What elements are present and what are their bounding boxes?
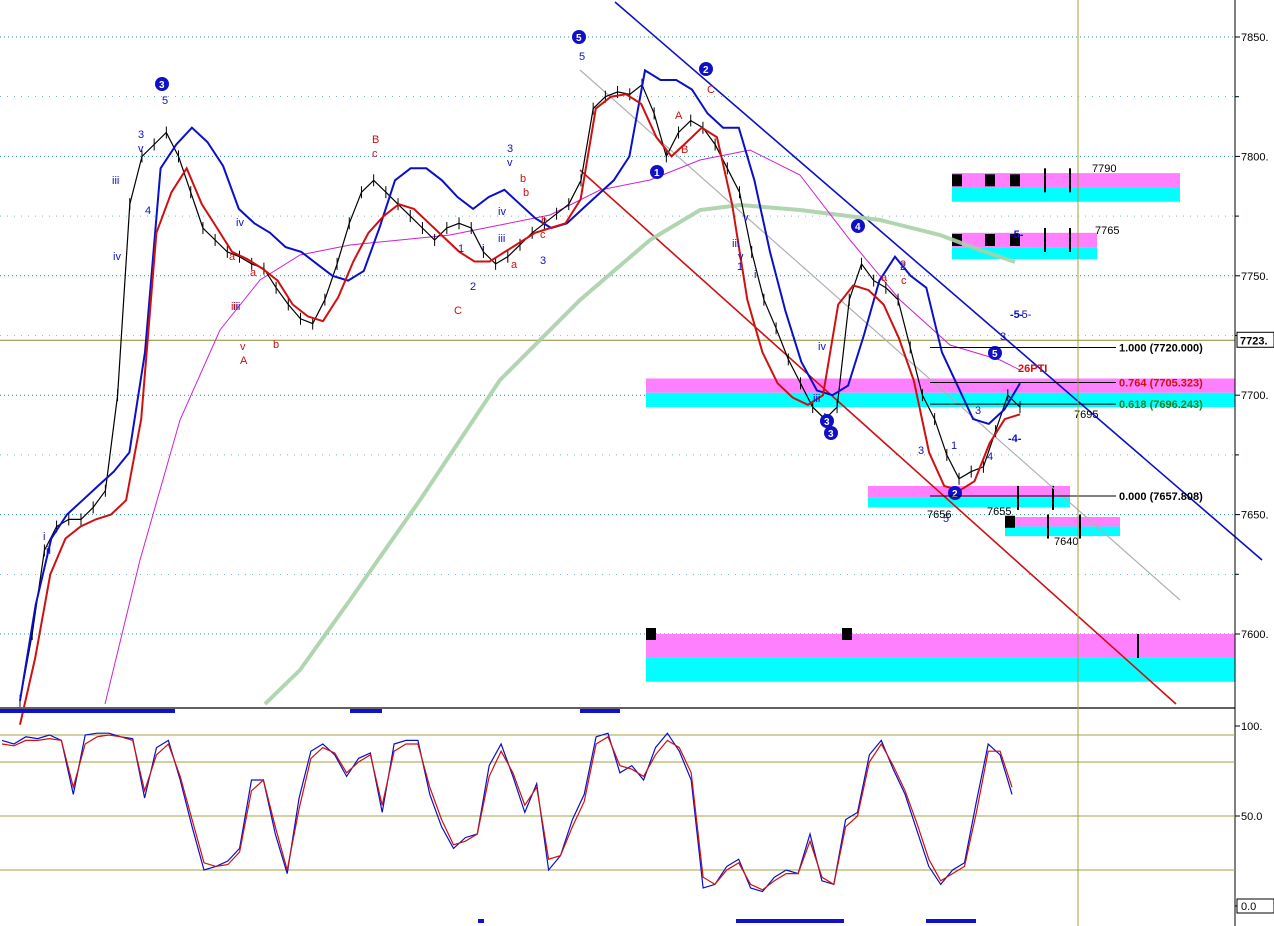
wave-label: v: [743, 212, 749, 224]
wave-label: iii: [112, 175, 119, 187]
zone-marker: [842, 628, 852, 640]
wave-label: iv: [236, 217, 244, 229]
wave-label: 1: [458, 243, 464, 255]
magenta-zone: [646, 634, 1235, 658]
signal-bar: [350, 709, 382, 713]
wave-label: v: [138, 143, 144, 155]
wave-label: c: [372, 148, 378, 160]
axis-tick-label: 7650.: [1241, 510, 1269, 522]
wave-label: 1: [654, 168, 660, 179]
wave-label: v: [240, 341, 246, 353]
magenta-zone: [1005, 516, 1120, 527]
annotation-label: -4-: [1008, 433, 1022, 445]
wave-label: iii: [732, 238, 739, 250]
projection-label: 7640: [1054, 536, 1078, 548]
wave-label: C: [454, 305, 462, 317]
signal-bar: [0, 709, 175, 713]
signal-bar: [580, 709, 620, 713]
wave-label: a: [229, 251, 236, 263]
current-price-label: 7723.: [1240, 335, 1268, 347]
wave-label: 4: [855, 222, 861, 233]
wave-label: b: [523, 187, 529, 199]
wave-label: a: [511, 259, 518, 271]
zone-marker: [646, 628, 656, 640]
wave-label: 3: [138, 129, 144, 141]
projection-label: 7765: [1095, 225, 1119, 237]
wave-label: 3: [918, 445, 924, 457]
axis-tick-label: 7600.: [1241, 629, 1269, 641]
wave-label: a: [250, 267, 257, 279]
wave-label: 2: [703, 65, 709, 76]
wave-label: iv: [498, 206, 506, 218]
annotation-label: 26PTI: [1018, 363, 1047, 375]
projection-label: 7790: [1092, 163, 1116, 175]
wave-label: 2: [470, 281, 476, 293]
wave-label: 1: [737, 261, 743, 273]
wave-label: 3: [828, 429, 834, 440]
chart-canvas: 353viiiiv4iiiiviii12iiv3viii5512iiiv1iiv…: [0, 0, 1274, 926]
axis-tick-label: 7700.: [1241, 390, 1269, 402]
annotation-label: -5-: [1010, 309, 1024, 321]
wave-label: 3: [1000, 331, 1006, 343]
wave-label: 1: [951, 440, 957, 452]
cyan-zone: [952, 187, 1180, 202]
osc-axis-label: 50.0: [1241, 811, 1262, 823]
chart-background: [0, 0, 1274, 926]
wave-label: c: [901, 275, 907, 287]
wave-label: B: [681, 144, 688, 156]
osc-axis-label: 100.: [1241, 721, 1262, 733]
wave-label: 5: [576, 33, 582, 44]
wave-label: 4: [987, 451, 993, 463]
zone-marker: [985, 174, 995, 187]
zone-marker: [1010, 174, 1020, 187]
wave-label: 3: [159, 80, 165, 91]
wave-label: i: [43, 531, 45, 543]
wave-label: iii: [498, 233, 505, 245]
wave-label: 3: [507, 143, 513, 155]
projection-label: 7656: [927, 509, 951, 521]
zone-marker: [985, 233, 995, 246]
wave-label: iv: [113, 251, 121, 263]
wave-label: b: [520, 173, 526, 185]
fib-label: 0.618 (7696.243): [1119, 399, 1203, 411]
wave-label: 2: [900, 259, 906, 271]
wave-label: 4: [145, 205, 151, 217]
wave-label: c: [540, 229, 546, 241]
signal-bar: [736, 919, 844, 923]
annotation-label: -5-: [1010, 229, 1024, 241]
wave-label: iii: [813, 393, 820, 405]
wave-label: b: [541, 215, 547, 227]
wave-label: v: [507, 157, 513, 169]
wave-label: i: [754, 269, 756, 281]
wave-label: ii: [46, 545, 51, 557]
osc-axis-label: 0.0: [1241, 901, 1256, 913]
wave-label: iii: [231, 301, 238, 313]
wave-label: C: [707, 84, 715, 96]
wave-label: i: [482, 243, 484, 255]
axis-tick-label: 7800.: [1241, 151, 1269, 163]
wave-label: iv: [818, 341, 826, 353]
fib-label: 0.764 (7705.323): [1119, 377, 1203, 389]
fib-label: 0.000 (7657.808): [1119, 491, 1203, 503]
wave-label: 5: [579, 51, 585, 63]
zone-marker: [952, 174, 962, 187]
signal-bar: [926, 919, 976, 923]
cyan-zone: [868, 497, 1070, 508]
projection-label: 7655: [987, 506, 1011, 518]
wave-label: 2: [952, 489, 958, 500]
wave-label: 3: [975, 405, 981, 417]
wave-label: 5: [162, 95, 168, 107]
magenta-zone: [952, 232, 1097, 248]
axis-tick-label: 7850.: [1241, 32, 1269, 44]
axis-tick-label: 7750.: [1241, 271, 1269, 283]
wave-label: 3: [540, 255, 546, 267]
wave-label: A: [240, 355, 248, 367]
signal-bar: [478, 919, 484, 923]
wave-label: 5: [992, 349, 998, 360]
wave-label: B: [372, 134, 379, 146]
wave-label: a: [881, 272, 888, 284]
wave-label: A: [675, 110, 683, 122]
wave-label: b: [273, 339, 279, 351]
fib-label: 1.000 (7720.000): [1119, 342, 1203, 354]
